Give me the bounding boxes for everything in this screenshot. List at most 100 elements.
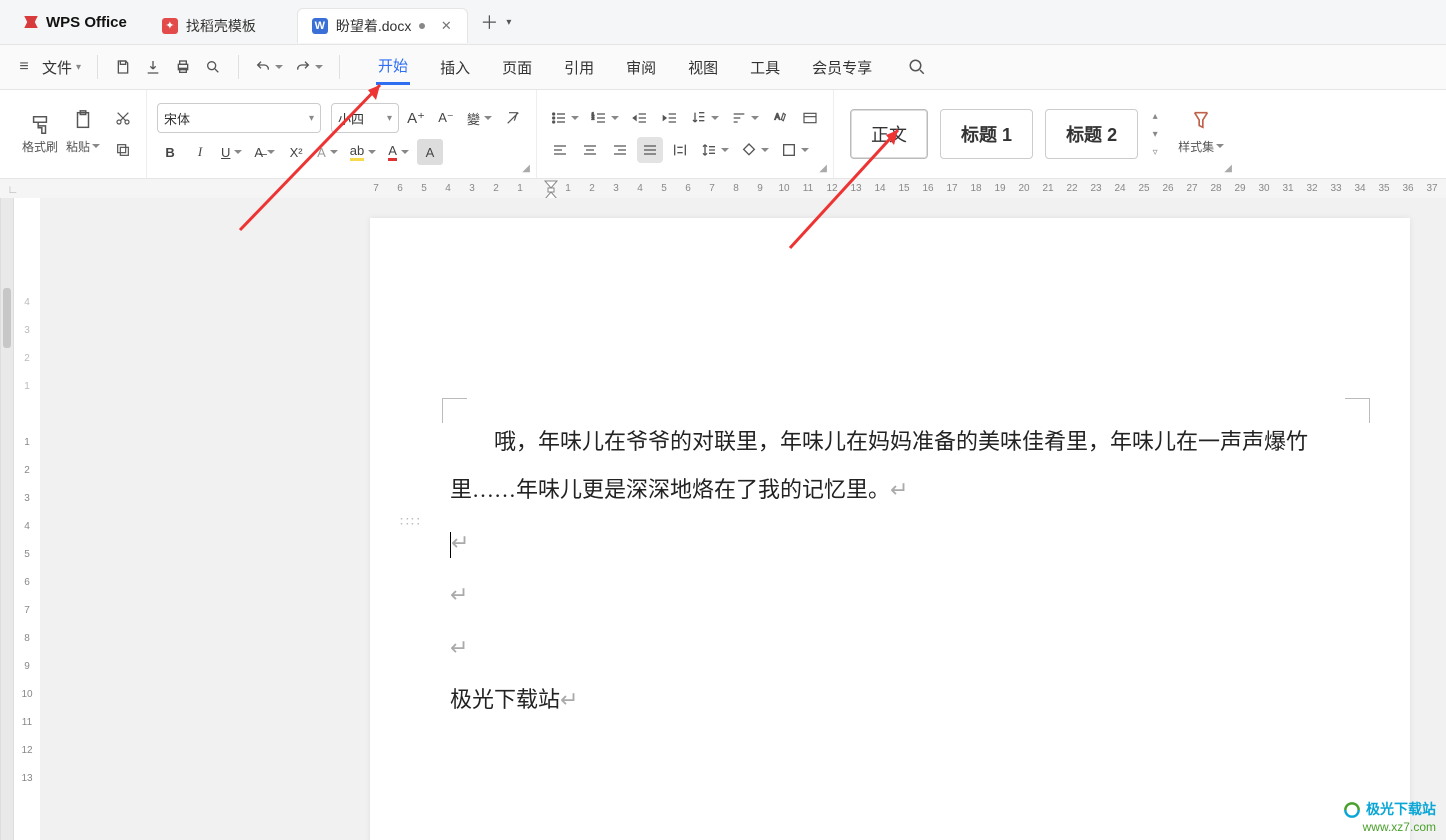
chevron-down-icon: ▾: [76, 62, 81, 73]
find-replace-icon[interactable]: A: [767, 105, 793, 131]
align-right-icon[interactable]: [607, 137, 633, 163]
tab-tools[interactable]: 工具: [748, 51, 782, 84]
style-scroll[interactable]: ▴ ▾ ▿: [1148, 109, 1162, 159]
font-size-value: 小四: [338, 109, 364, 128]
paragraph[interactable]: ↵: [450, 624, 1330, 672]
line-spacing-icon[interactable]: [697, 137, 733, 163]
chevron-up-icon[interactable]: ▴: [1148, 109, 1162, 123]
svg-text:2: 2: [592, 115, 595, 120]
font-family-select[interactable]: 宋体 ▾: [157, 103, 321, 133]
borders-icon[interactable]: [777, 137, 813, 163]
paste-label: 粘贴: [66, 133, 100, 159]
shading-icon[interactable]: [737, 137, 773, 163]
separator: [97, 55, 98, 79]
style-expand-icon[interactable]: ▿: [1148, 145, 1162, 159]
italic-icon[interactable]: I: [187, 139, 213, 165]
new-tab[interactable]: ＋ ▾: [476, 5, 511, 39]
text-direction-icon[interactable]: [687, 105, 723, 131]
title-bar: WPS Office ✦ 找稻壳模板 W 盼望着.docx ✕ ＋ ▾: [0, 0, 1446, 45]
paragraph[interactable]: 极光下载站↵: [450, 676, 1330, 724]
increase-indent-icon[interactable]: [657, 105, 683, 131]
menu-bar: ≡ 文件 ▾ 开始 插入 页面 引用 审阅 视图 工具 会员专享: [0, 45, 1446, 90]
watermark: 极光下载站 www.xz7.com: [1342, 799, 1436, 834]
workspace: 432112345678910111213 哦，年味儿在爷爷的对联里，年味儿在妈…: [0, 198, 1446, 840]
decrease-indent-icon[interactable]: [627, 105, 653, 131]
highlight-icon[interactable]: ab: [346, 139, 380, 165]
chevron-down-icon: ▾: [309, 113, 314, 124]
show-marks-icon[interactable]: [797, 105, 823, 131]
tab-docer[interactable]: ✦ 找稻壳模板: [147, 8, 297, 43]
style-h2[interactable]: 标题 2: [1045, 109, 1138, 159]
tab-ref[interactable]: 引用: [562, 51, 596, 84]
tab-insert[interactable]: 插入: [438, 51, 472, 84]
char-shading-icon[interactable]: A: [417, 139, 443, 165]
file-menu[interactable]: 文件 ▾: [36, 53, 87, 82]
chevron-down-icon[interactable]: ▾: [506, 17, 511, 28]
bold-icon[interactable]: B: [157, 139, 183, 165]
justify-icon[interactable]: [637, 137, 663, 163]
text-effect-icon[interactable]: A: [313, 139, 342, 165]
font-group: 宋体 ▾ 小四 ▾ A⁺ A⁻ 變 B I U A̶ X² A ab: [147, 90, 537, 178]
docer-icon: ✦: [162, 18, 178, 34]
document-page[interactable]: 哦，年味儿在爷爷的对联里，年味儿在妈妈准备的美味佳肴里，年味儿在一声声爆竹里………: [370, 218, 1410, 840]
tab-page[interactable]: 页面: [500, 51, 534, 84]
superscript-icon[interactable]: X²: [283, 139, 309, 165]
margin-mark-icon: [1345, 398, 1370, 423]
style-body[interactable]: 正文: [850, 109, 928, 159]
ribbon: 格式刷 粘贴 宋体 ▾ 小四 ▾ A⁺: [0, 90, 1446, 179]
distribute-icon[interactable]: [667, 137, 693, 163]
dialog-launcher-icon[interactable]: ◢: [520, 162, 532, 174]
paragraph[interactable]: 哦，年味儿在爷爷的对联里，年味儿在妈妈准备的美味佳肴里，年味儿在一声声爆竹里………: [450, 418, 1330, 515]
copy-icon[interactable]: [110, 137, 136, 163]
font-family-value: 宋体: [164, 109, 190, 128]
grow-font-icon[interactable]: A⁺: [403, 105, 429, 131]
undo-button[interactable]: [251, 54, 287, 80]
shrink-font-icon[interactable]: A⁻: [433, 105, 459, 131]
chevron-down-icon[interactable]: ▾: [1148, 127, 1162, 141]
save-icon[interactable]: [110, 54, 136, 80]
separator: [238, 55, 239, 79]
change-case-icon[interactable]: 變: [463, 105, 496, 131]
word-icon: W: [312, 18, 328, 34]
tab-document[interactable]: W 盼望着.docx ✕: [297, 8, 468, 43]
plus-icon[interactable]: ＋: [476, 5, 502, 39]
dialog-launcher-icon[interactable]: ◢: [1222, 162, 1234, 174]
paragraph-handle-icon[interactable]: ∷∷: [400, 519, 414, 533]
vertical-ruler[interactable]: 432112345678910111213: [14, 198, 40, 840]
style-pane-button[interactable]: 样式集: [1174, 109, 1228, 159]
numbering-icon[interactable]: 12: [587, 105, 623, 131]
tab-review[interactable]: 审阅: [624, 51, 658, 84]
dialog-launcher-icon[interactable]: ◢: [817, 162, 829, 174]
font-color-icon[interactable]: A: [384, 139, 413, 165]
print-preview-icon[interactable]: [200, 54, 226, 80]
print-icon[interactable]: [170, 54, 196, 80]
strike-icon[interactable]: A̶: [250, 139, 279, 165]
cut-icon[interactable]: [110, 105, 136, 131]
tab-label: 盼望着.docx: [336, 16, 411, 36]
tab-home[interactable]: 开始: [376, 49, 410, 85]
paragraph-group: 12 A ◢: [537, 90, 834, 178]
underline-icon[interactable]: U: [217, 139, 246, 165]
font-size-select[interactable]: 小四 ▾: [331, 103, 399, 133]
bullets-icon[interactable]: [547, 105, 583, 131]
align-center-icon[interactable]: [577, 137, 603, 163]
close-icon[interactable]: ✕: [439, 19, 453, 33]
sort-icon[interactable]: [727, 105, 763, 131]
paragraph[interactable]: ↵: [450, 571, 1330, 619]
scrollbar-thumb[interactable]: [3, 288, 11, 348]
tab-member[interactable]: 会员专享: [810, 51, 874, 84]
format-painter-button[interactable]: 格式刷: [18, 114, 62, 155]
clipboard-group: 格式刷 粘贴: [8, 90, 147, 178]
paragraph[interactable]: ∷∷ ↵: [450, 519, 1330, 567]
redo-button[interactable]: [291, 54, 327, 80]
tab-view[interactable]: 视图: [686, 51, 720, 84]
export-icon[interactable]: [140, 54, 166, 80]
vertical-scrollbar[interactable]: [0, 198, 14, 840]
paste-button[interactable]: 粘贴: [62, 109, 104, 159]
hamburger-icon[interactable]: ≡: [12, 58, 36, 76]
search-icon[interactable]: [904, 54, 930, 80]
align-left-icon[interactable]: [547, 137, 573, 163]
file-menu-label: 文件: [42, 57, 72, 78]
style-h1[interactable]: 标题 1: [940, 109, 1033, 159]
clear-format-icon[interactable]: [500, 105, 526, 131]
